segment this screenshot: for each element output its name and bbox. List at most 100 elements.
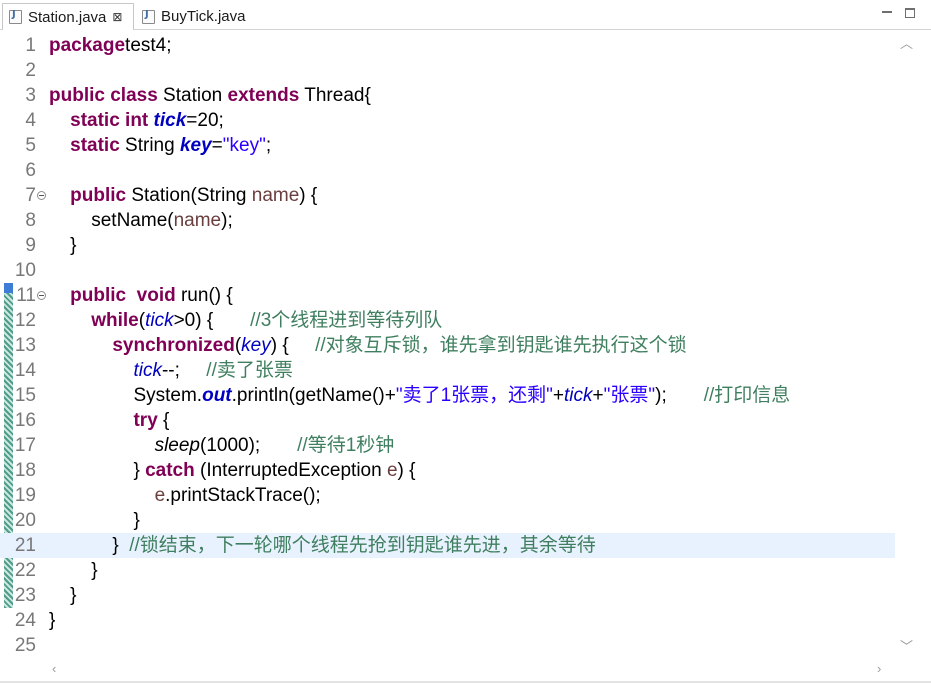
code-text: public Station(String name) { [49, 183, 317, 208]
code-text: tick--; //卖了张票 [49, 358, 293, 383]
horizontal-scrollbar[interactable] [45, 658, 897, 680]
fold-collapse-icon[interactable] [37, 291, 46, 300]
code-token: ) { [299, 185, 318, 206]
code-token: } [49, 610, 56, 631]
code-line[interactable]: 13 synchronized(key) { //对象互斥锁，谁先拿到钥匙谁先执… [0, 333, 895, 358]
line-number: 21 [14, 535, 36, 556]
line-number: 1 [25, 35, 36, 56]
code-token: //3个线程进到等待列队 [250, 310, 443, 331]
code-token: setName( [49, 210, 174, 231]
code-token: public [70, 285, 127, 306]
line-number: 10 [14, 260, 36, 281]
code-token: } [49, 460, 146, 481]
code-line[interactable]: 20 } [0, 508, 895, 533]
code-token: while [91, 310, 139, 331]
code-token: key [241, 335, 271, 356]
tab-label: BuyTick.java [161, 8, 246, 25]
java-file-icon [9, 9, 22, 24]
code-token: (InterruptedException [194, 460, 387, 481]
code-line[interactable]: 21 } //锁结束，下一轮哪个线程先抢到钥匙谁先进，其余等待 [0, 533, 895, 558]
code-text: public class Station extends Thread{ [49, 83, 371, 108]
code-text: } [49, 233, 76, 258]
code-token: key [179, 135, 212, 156]
code-text: } [49, 508, 140, 533]
scroll-up-icon[interactable]: ︿ [900, 37, 913, 50]
code-token: "张票" [603, 385, 656, 406]
code-line[interactable]: 8 setName(name); [0, 208, 895, 233]
code-line[interactable]: 22 } [0, 558, 895, 583]
code-line[interactable]: 14 tick--; //卖了张票 [0, 358, 895, 383]
code-line[interactable]: 2 [0, 58, 895, 83]
code-line[interactable]: 16 try { [0, 408, 895, 433]
code-text: } [49, 608, 55, 633]
code-token: tick [145, 310, 174, 331]
tab-station-java[interactable]: Station.java ⊠ [2, 3, 134, 30]
code-token: package [49, 35, 126, 56]
line-number: 14 [14, 360, 36, 381]
code-token: ; [265, 135, 272, 156]
scroll-down-icon[interactable]: ﹀ [900, 640, 913, 653]
code-line[interactable]: 17 sleep(1000); //等待1秒钟 [0, 433, 895, 458]
code-token: //卖了张票 [206, 360, 293, 381]
minimize-icon[interactable] [882, 7, 892, 13]
line-number: 4 [25, 110, 36, 131]
code-line[interactable]: 23 } [0, 583, 895, 608]
code-text: e.printStackTrace(); [49, 483, 321, 508]
code-token: + [552, 385, 565, 406]
code-line[interactable]: 11 public void run() { [0, 283, 895, 308]
line-number: 15 [14, 385, 36, 406]
code-editor[interactable]: 1 packagetest4; 2 3 public class Station ext… [0, 31, 931, 683]
line-number: 11 [16, 285, 36, 306]
code-token: Station [157, 85, 228, 106]
code-line[interactable]: 24} [0, 608, 895, 633]
code-text: } [49, 583, 76, 608]
code-token: public [70, 185, 127, 206]
code-line[interactable]: 25 [0, 633, 895, 658]
code-token: ); [655, 385, 704, 406]
code-line[interactable]: 18 } catch (InterruptedException e) { [0, 458, 895, 483]
code-text: static int tick=20; [49, 108, 224, 133]
scroll-left-icon[interactable]: ‹ [52, 662, 56, 675]
code-token: name [173, 210, 222, 231]
code-token: String [119, 135, 180, 156]
code-line[interactable]: 7 public Station(String name) { [0, 183, 895, 208]
line-number: 22 [14, 560, 36, 581]
fold-collapse-icon[interactable] [37, 191, 46, 200]
code-token: //打印信息 [703, 385, 791, 406]
code-token: ); [221, 210, 233, 231]
scroll-right-icon[interactable]: › [877, 662, 881, 675]
code-line[interactable]: 3 public class Station extends Thread{ [0, 83, 895, 108]
code-token: >0) { [173, 310, 251, 331]
close-icon[interactable]: ⊠ [112, 11, 122, 23]
code-token: } [49, 535, 130, 556]
code-line[interactable]: 19 e.printStackTrace(); [0, 483, 895, 508]
code-token: test4; [125, 35, 172, 56]
editor-tab-bar: Station.java ⊠ BuyTick.java [0, 0, 931, 30]
code-token: = [211, 135, 223, 156]
code-line[interactable]: 12 while(tick>0) { //3个线程进到等待列队 [0, 308, 895, 333]
code-token: out [202, 385, 232, 406]
code-line[interactable]: 9 } [0, 233, 895, 258]
code-token: } [49, 585, 77, 606]
code-line[interactable]: 5 static String key="key"; [0, 133, 895, 158]
code-token: } [49, 510, 140, 531]
code-line[interactable]: 15 System.out.println(getName()+"卖了1张票，还… [0, 383, 895, 408]
code-token: class [110, 85, 158, 106]
code-line[interactable]: 6 [0, 158, 895, 183]
code-token: Thread{ [299, 85, 371, 106]
code-line[interactable]: 4 static int tick=20; [0, 108, 895, 133]
code-token: .println(getName()+ [231, 385, 396, 406]
code-text: packagetest4; [49, 33, 172, 58]
maximize-icon[interactable] [905, 8, 915, 18]
code-line[interactable]: 1 packagetest4; [0, 33, 895, 58]
java-file-icon [142, 9, 155, 24]
code-line[interactable]: 10 [0, 258, 895, 283]
vertical-scrollbar[interactable] [896, 31, 918, 661]
line-number: 6 [25, 160, 36, 181]
tab-buytick-java[interactable]: BuyTick.java [136, 3, 258, 30]
code-token: extends [227, 85, 300, 106]
